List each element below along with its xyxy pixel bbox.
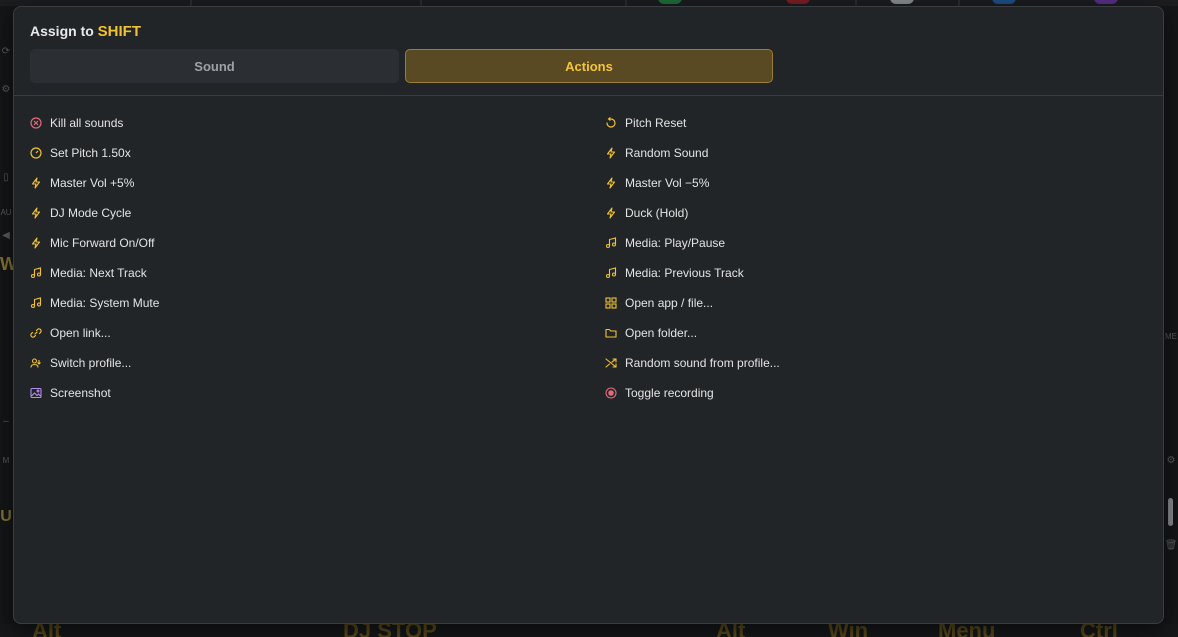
action-mic-forward-on-off[interactable]: Mic Forward On/Off: [30, 228, 330, 258]
folder-icon: [605, 327, 617, 339]
action-label: Random sound from profile...: [625, 356, 780, 370]
action-kill-all-sounds[interactable]: Kill all sounds: [30, 108, 330, 138]
gauge-icon: [30, 147, 42, 159]
action-label: Pitch Reset: [625, 116, 687, 130]
action-label: Media: Previous Track: [625, 266, 744, 280]
action-label: Media: Next Track: [50, 266, 147, 280]
background-key-alt-right[interactable]: Alt: [716, 624, 745, 637]
modal-title: Assign to SHIFT: [30, 23, 141, 40]
background-letter-u: U: [0, 508, 12, 525]
bolt-icon: [30, 207, 42, 219]
action-label: Open app / file...: [625, 296, 714, 310]
rotate-icon: [605, 117, 617, 129]
link-icon: [30, 327, 42, 339]
action-media-system-mute[interactable]: Media: System Mute: [30, 288, 330, 318]
background-label: AU: [0, 208, 12, 217]
tab-actions[interactable]: Actions: [405, 49, 773, 83]
action-random-sound-from-profile[interactable]: Random sound from profile...: [605, 348, 905, 378]
action-master-vol-5[interactable]: Master Vol −5%: [605, 168, 905, 198]
background-key-alt-left[interactable]: Alt: [32, 624, 61, 637]
background-blue-dot: [992, 0, 1016, 4]
action-duck-hold[interactable]: Duck (Hold): [605, 198, 905, 228]
action-label: Master Vol +5%: [50, 176, 135, 190]
background-right-label: ME: [1165, 332, 1177, 341]
background-speaker-icon: ◀: [2, 230, 10, 241]
modal-key-name: SHIFT: [97, 23, 142, 40]
action-label: Master Vol −5%: [625, 176, 710, 190]
action-label: Toggle recording: [625, 386, 714, 400]
kill-icon: [30, 117, 42, 129]
background-gray-dot: [890, 0, 914, 4]
action-media-next-track[interactable]: Media: Next Track: [30, 258, 330, 288]
action-switch-profile[interactable]: Switch profile...: [30, 348, 330, 378]
action-open-folder[interactable]: Open folder...: [605, 318, 905, 348]
bolt-icon: [605, 177, 617, 189]
action-label: Media: Play/Pause: [625, 236, 726, 250]
grid-icon: [605, 297, 617, 309]
background-scrollbar[interactable]: [1168, 498, 1173, 526]
background-gear-icon: ⚙: [1, 84, 11, 95]
music-note-icon: [30, 297, 42, 309]
music-note-icon: [605, 267, 617, 279]
music-note-icon: [30, 267, 42, 279]
modal-divider: [14, 95, 1163, 96]
background-green-dot: [658, 0, 682, 4]
bolt-icon: [30, 177, 42, 189]
action-open-app-file[interactable]: Open app / file...: [605, 288, 905, 318]
background-trash-icon: 🗑: [1164, 540, 1178, 551]
action-label: Screenshot: [50, 386, 111, 400]
action-dj-mode-cycle[interactable]: DJ Mode Cycle: [30, 198, 330, 228]
background-red-dot: [786, 0, 810, 4]
actions-column-right: Pitch Reset Random Sound Master Vol −5% Duc…: [605, 108, 905, 408]
music-note-icon: [605, 237, 617, 249]
record-icon: [605, 387, 617, 399]
action-pitch-reset[interactable]: Pitch Reset: [605, 108, 905, 138]
action-media-previous-track[interactable]: Media: Previous Track: [605, 258, 905, 288]
modal-title-prefix: Assign to: [30, 23, 94, 39]
action-label: Mic Forward On/Off: [50, 236, 155, 250]
background-key-dj-stop[interactable]: DJ STOP: [343, 624, 437, 637]
user-switch-icon: [30, 357, 42, 369]
background-letter: W: [0, 254, 17, 274]
action-media-play-pause[interactable]: Media: Play/Pause: [605, 228, 905, 258]
shuffle-icon: [605, 357, 617, 369]
background-right-gear-icon: ⚙: [1166, 455, 1176, 466]
action-label: Random Sound: [625, 146, 709, 160]
action-label: Set Pitch 1.50x: [50, 146, 131, 160]
action-random-sound[interactable]: Random Sound: [605, 138, 905, 168]
background-key-menu[interactable]: Menu: [938, 624, 995, 637]
background-label-m: M: [2, 456, 10, 465]
action-label: Duck (Hold): [625, 206, 689, 220]
bolt-icon: [605, 207, 617, 219]
action-label: Media: System Mute: [50, 296, 160, 310]
action-label: Open folder...: [625, 326, 698, 340]
background-dash: –: [3, 416, 9, 427]
background-key-ctrl[interactable]: Ctrl: [1080, 624, 1118, 637]
action-label: Switch profile...: [50, 356, 132, 370]
background-keyboard-row: Alt DJ STOP Alt Win Menu Ctrl: [0, 624, 1178, 637]
background-panel-icon: ▯: [3, 172, 9, 183]
background-key-win[interactable]: Win: [828, 624, 868, 637]
action-label: Kill all sounds: [50, 116, 124, 130]
background-purple-dot: [1094, 0, 1118, 4]
action-screenshot[interactable]: Screenshot: [30, 378, 330, 408]
action-label: Open link...: [50, 326, 111, 340]
action-toggle-recording[interactable]: Toggle recording: [605, 378, 905, 408]
actions-column-left: Kill all sounds Set Pitch 1.50x Master Vol…: [30, 108, 330, 408]
background-refresh-icon: ⟳: [1, 46, 11, 57]
action-master-vol-5[interactable]: Master Vol +5%: [30, 168, 330, 198]
image-icon: [30, 387, 42, 399]
bolt-icon: [605, 147, 617, 159]
action-set-pitch-1-50x[interactable]: Set Pitch 1.50x: [30, 138, 330, 168]
action-label: DJ Mode Cycle: [50, 206, 132, 220]
tab-sound[interactable]: Sound: [30, 49, 399, 83]
assign-modal: Assign to SHIFT Sound Actions Kill all s…: [13, 6, 1164, 624]
bolt-icon: [30, 237, 42, 249]
action-open-link[interactable]: Open link...: [30, 318, 330, 348]
